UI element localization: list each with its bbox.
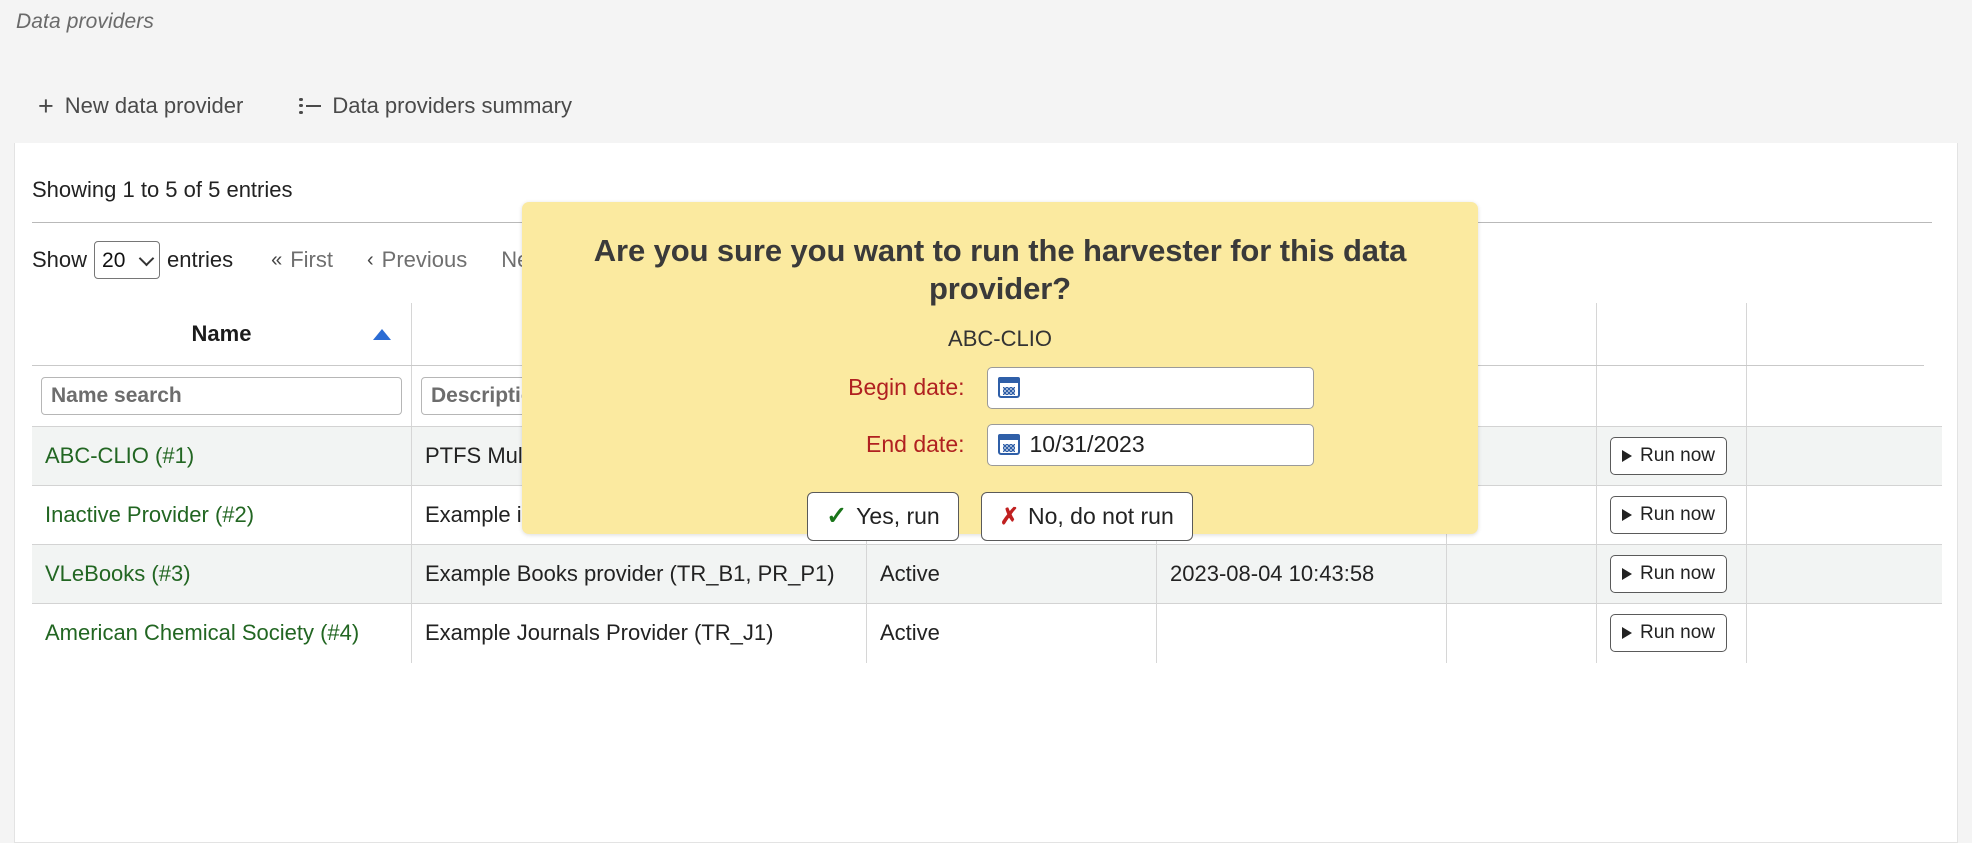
play-icon	[1622, 627, 1632, 639]
cell-description: Example Journals Provider (TR_J1)	[412, 604, 867, 663]
pagination: « First ‹ Previous Next	[271, 247, 546, 273]
confirm-run-button[interactable]: ✓ Yes, run	[807, 492, 959, 541]
run-now-label: Run now	[1640, 445, 1715, 467]
cell-action-3	[1747, 427, 1942, 486]
run-now-button[interactable]: Run now	[1610, 437, 1727, 475]
run-now-label: Run now	[1640, 504, 1715, 526]
filter-cell-action-2	[1597, 366, 1747, 426]
play-icon	[1622, 568, 1632, 580]
new-data-provider-button[interactable]: + New data provider	[36, 87, 245, 126]
end-date-row: End date: 10/31/2023	[522, 424, 1478, 466]
begin-date-label: Begin date:	[687, 374, 987, 401]
plus-icon: +	[38, 93, 54, 120]
cancel-run-button[interactable]: ✗ No, do not run	[981, 492, 1193, 541]
new-data-provider-label: New data provider	[65, 93, 244, 119]
name-search-input[interactable]	[41, 377, 402, 415]
data-providers-summary-label: Data providers summary	[332, 93, 572, 119]
pagination-previous[interactable]: ‹ Previous	[367, 247, 467, 273]
confirm-run-label: Yes, run	[856, 503, 940, 530]
showing-entries-text: Showing 1 to 5 of 5 entries	[32, 177, 293, 203]
dialog-actions: ✓ Yes, run ✗ No, do not run	[522, 492, 1478, 541]
close-icon: ✗	[1000, 505, 1019, 528]
cell-action-1	[1447, 604, 1597, 663]
cell-action-2: Run now	[1597, 545, 1747, 604]
dialog-title: Are you sure you want to run the harvest…	[522, 202, 1478, 308]
cell-action-1	[1447, 545, 1597, 604]
page-length-select-wrap[interactable]: 20	[94, 241, 160, 279]
check-icon: ✓	[826, 504, 847, 529]
run-now-label: Run now	[1640, 563, 1715, 585]
show-label: Show	[32, 247, 87, 273]
run-now-button[interactable]: Run now	[1610, 614, 1727, 652]
begin-date-field[interactable]	[987, 367, 1314, 409]
cell-timestamp	[1157, 604, 1447, 663]
filter-cell-action-3	[1747, 366, 1942, 426]
sort-ascending-icon	[373, 329, 391, 340]
column-header-name-label: Name	[192, 321, 252, 347]
cell-description: Example Books provider (TR_B1, PR_P1)	[412, 545, 867, 604]
toolbar: + New data provider Data providers summa…	[0, 66, 1972, 146]
data-providers-summary-button[interactable]: Data providers summary	[297, 87, 574, 125]
pagination-first-label: First	[290, 247, 333, 273]
cell-name: Inactive Provider (#2)	[32, 486, 412, 545]
pagination-first[interactable]: « First	[271, 247, 333, 273]
provider-link[interactable]: American Chemical Society (#4)	[45, 620, 359, 646]
play-icon	[1622, 450, 1632, 462]
cell-action-2: Run now	[1597, 604, 1747, 663]
page-length-select[interactable]: 20	[94, 241, 160, 279]
cancel-run-label: No, do not run	[1028, 503, 1174, 530]
table-controls: Show 20 entries « First ‹ Previous Next	[32, 239, 547, 281]
cell-name: VLeBooks (#3)	[32, 545, 412, 604]
cell-timestamp: 2023-08-04 10:43:58	[1157, 545, 1447, 604]
provider-link[interactable]: Inactive Provider (#2)	[45, 502, 254, 528]
play-icon	[1622, 509, 1632, 521]
cell-action-3	[1747, 545, 1942, 604]
run-now-button[interactable]: Run now	[1610, 555, 1727, 593]
column-header-action-2[interactable]	[1597, 303, 1747, 365]
cell-name: ABC-CLIO (#1)	[32, 427, 412, 486]
end-date-label: End date:	[687, 431, 987, 458]
end-date-field[interactable]: 10/31/2023	[987, 424, 1314, 466]
chevron-left-icon: ‹	[367, 249, 374, 272]
calendar-icon[interactable]	[998, 434, 1020, 455]
cell-action-3	[1747, 604, 1942, 663]
cell-action-2: Run now	[1597, 486, 1747, 545]
breadcrumb: Data providers	[16, 10, 154, 34]
table-row: VLeBooks (#3) Example Books provider (TR…	[32, 544, 1942, 603]
entries-label: entries	[167, 247, 233, 273]
cell-action-2: Run now	[1597, 427, 1747, 486]
end-date-value: 10/31/2023	[1030, 431, 1145, 458]
run-now-label: Run now	[1640, 622, 1715, 644]
column-header-action-3[interactable]	[1747, 303, 1942, 365]
begin-date-row: Begin date:	[522, 367, 1478, 409]
dialog-provider-name: ABC-CLIO	[522, 326, 1478, 352]
cell-name: American Chemical Society (#4)	[32, 604, 412, 663]
confirm-harvester-dialog: Are you sure you want to run the harvest…	[522, 202, 1478, 534]
cell-status: Active	[867, 545, 1157, 604]
cell-action-3	[1747, 486, 1942, 545]
double-chevron-left-icon: «	[271, 249, 282, 272]
list-icon	[299, 97, 321, 115]
calendar-icon[interactable]	[998, 377, 1020, 398]
cell-status: Active	[867, 604, 1157, 663]
pagination-previous-label: Previous	[382, 247, 468, 273]
provider-link[interactable]: ABC-CLIO (#1)	[45, 443, 194, 469]
filter-cell-name	[32, 366, 412, 426]
provider-link[interactable]: VLeBooks (#3)	[45, 561, 191, 587]
run-now-button[interactable]: Run now	[1610, 496, 1727, 534]
column-header-name[interactable]: Name	[32, 303, 412, 365]
table-row: American Chemical Society (#4) Example J…	[32, 603, 1942, 662]
